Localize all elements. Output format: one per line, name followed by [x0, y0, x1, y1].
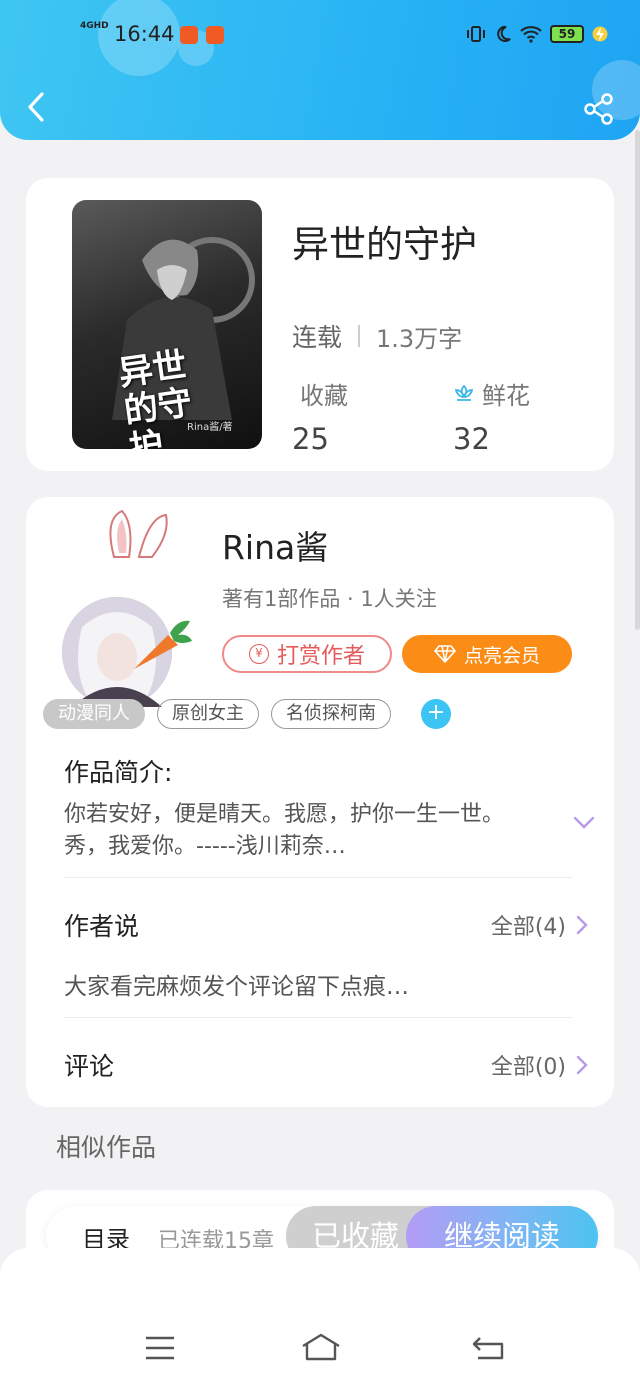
- app-notification-icon: [180, 26, 198, 44]
- tag-item[interactable]: 动漫同人: [43, 699, 145, 729]
- vip-label: 点亮会员: [463, 644, 540, 667]
- vibrate-icon: [467, 26, 485, 42]
- system-nav-bar: [0, 1248, 640, 1387]
- wifi-icon: [520, 26, 542, 43]
- chevron-right-icon: [576, 915, 588, 935]
- back-nav-icon[interactable]: [470, 1332, 506, 1364]
- menu-icon[interactable]: [142, 1332, 178, 1364]
- carrot-decoration: [134, 620, 192, 669]
- book-cover[interactable]: 异世的守护 Rina酱/著: [72, 200, 262, 449]
- battery-indicator: 59: [550, 25, 584, 43]
- meta-divider: [358, 325, 361, 347]
- flower-stat[interactable]: 鲜花: [452, 376, 530, 411]
- tag-item[interactable]: 原创女主: [157, 699, 259, 729]
- intro-text[interactable]: 你若安好，便是晴天。我愿，护你一生一世。秀，我爱你。-----浅川莉奈…: [64, 799, 544, 863]
- share-icon[interactable]: [582, 92, 616, 126]
- tip-author-label: 打赏作者: [276, 644, 365, 669]
- favorite-count: 25: [292, 422, 329, 456]
- flower-label: 鲜花: [482, 382, 530, 410]
- tag-item[interactable]: 名侦探柯南: [271, 699, 391, 729]
- scrollbar[interactable]: [635, 130, 640, 630]
- flower-count: 32: [453, 422, 490, 456]
- author-summary: 著有1部作品 · 1人关注: [222, 587, 437, 611]
- divider: [64, 1017, 572, 1018]
- comments-all-link[interactable]: 全部(0): [491, 1049, 588, 1081]
- bunny-ears-decoration: [109, 509, 168, 558]
- favorite-label: 收藏: [300, 382, 348, 410]
- yen-icon: ¥: [248, 644, 269, 664]
- author-says-text[interactable]: 大家看完麻烦发个评论留下点痕…: [64, 967, 409, 1001]
- moon-icon: [497, 25, 511, 42]
- divider: [64, 877, 572, 878]
- intro-heading: 作品简介:: [64, 758, 173, 787]
- chevron-down-icon[interactable]: [572, 815, 596, 831]
- flower-icon: [454, 384, 474, 401]
- comments-heading: 评论: [64, 1052, 115, 1081]
- word-count: 1.3万字: [376, 324, 463, 353]
- tip-author-button[interactable]: ¥ 打赏作者: [222, 635, 392, 673]
- cover-author: Rina酱/著: [187, 422, 233, 433]
- serial-status: 连载: [292, 323, 343, 352]
- back-arrow-icon[interactable]: [22, 90, 50, 124]
- vip-button[interactable]: 点亮会员: [402, 635, 572, 673]
- author-says-all-link[interactable]: 全部(4): [491, 909, 588, 941]
- comments-all-label: 全部(0): [490, 1055, 566, 1080]
- add-tag-button[interactable]: +: [421, 699, 451, 729]
- diamond-icon: [433, 645, 456, 663]
- signal-indicator: 4GHD: [80, 21, 109, 31]
- home-icon[interactable]: [300, 1332, 342, 1364]
- author-card: Rina酱 著有1部作品 · 1人关注 ¥ 打赏作者 点亮会员 动漫同人 原创女…: [26, 497, 614, 1107]
- book-meta: 连载 1.3万字: [292, 318, 462, 354]
- header: 4GHD 16:44 59: [0, 0, 640, 140]
- charging-icon: [592, 26, 608, 42]
- book-info-card: 异世的守护 Rina酱/著 异世的守护 连载 1.3万字 收藏 25 鲜花 32: [26, 178, 614, 471]
- author-name[interactable]: Rina酱: [222, 521, 328, 569]
- similar-works-heading: 相似作品: [56, 1133, 157, 1162]
- book-title: 异世的守护: [292, 223, 477, 266]
- clock: 16:44: [114, 22, 175, 46]
- author-says-heading: 作者说: [64, 912, 140, 941]
- tag-list: 动漫同人 原创女主 名侦探柯南 +: [43, 699, 451, 729]
- status-bar: 4GHD 16:44 59: [0, 18, 640, 54]
- app-notification-icon: [206, 26, 224, 44]
- chevron-right-icon: [576, 1055, 588, 1075]
- author-says-all-label: 全部(4): [490, 915, 566, 940]
- status-icons: 59: [466, 24, 608, 44]
